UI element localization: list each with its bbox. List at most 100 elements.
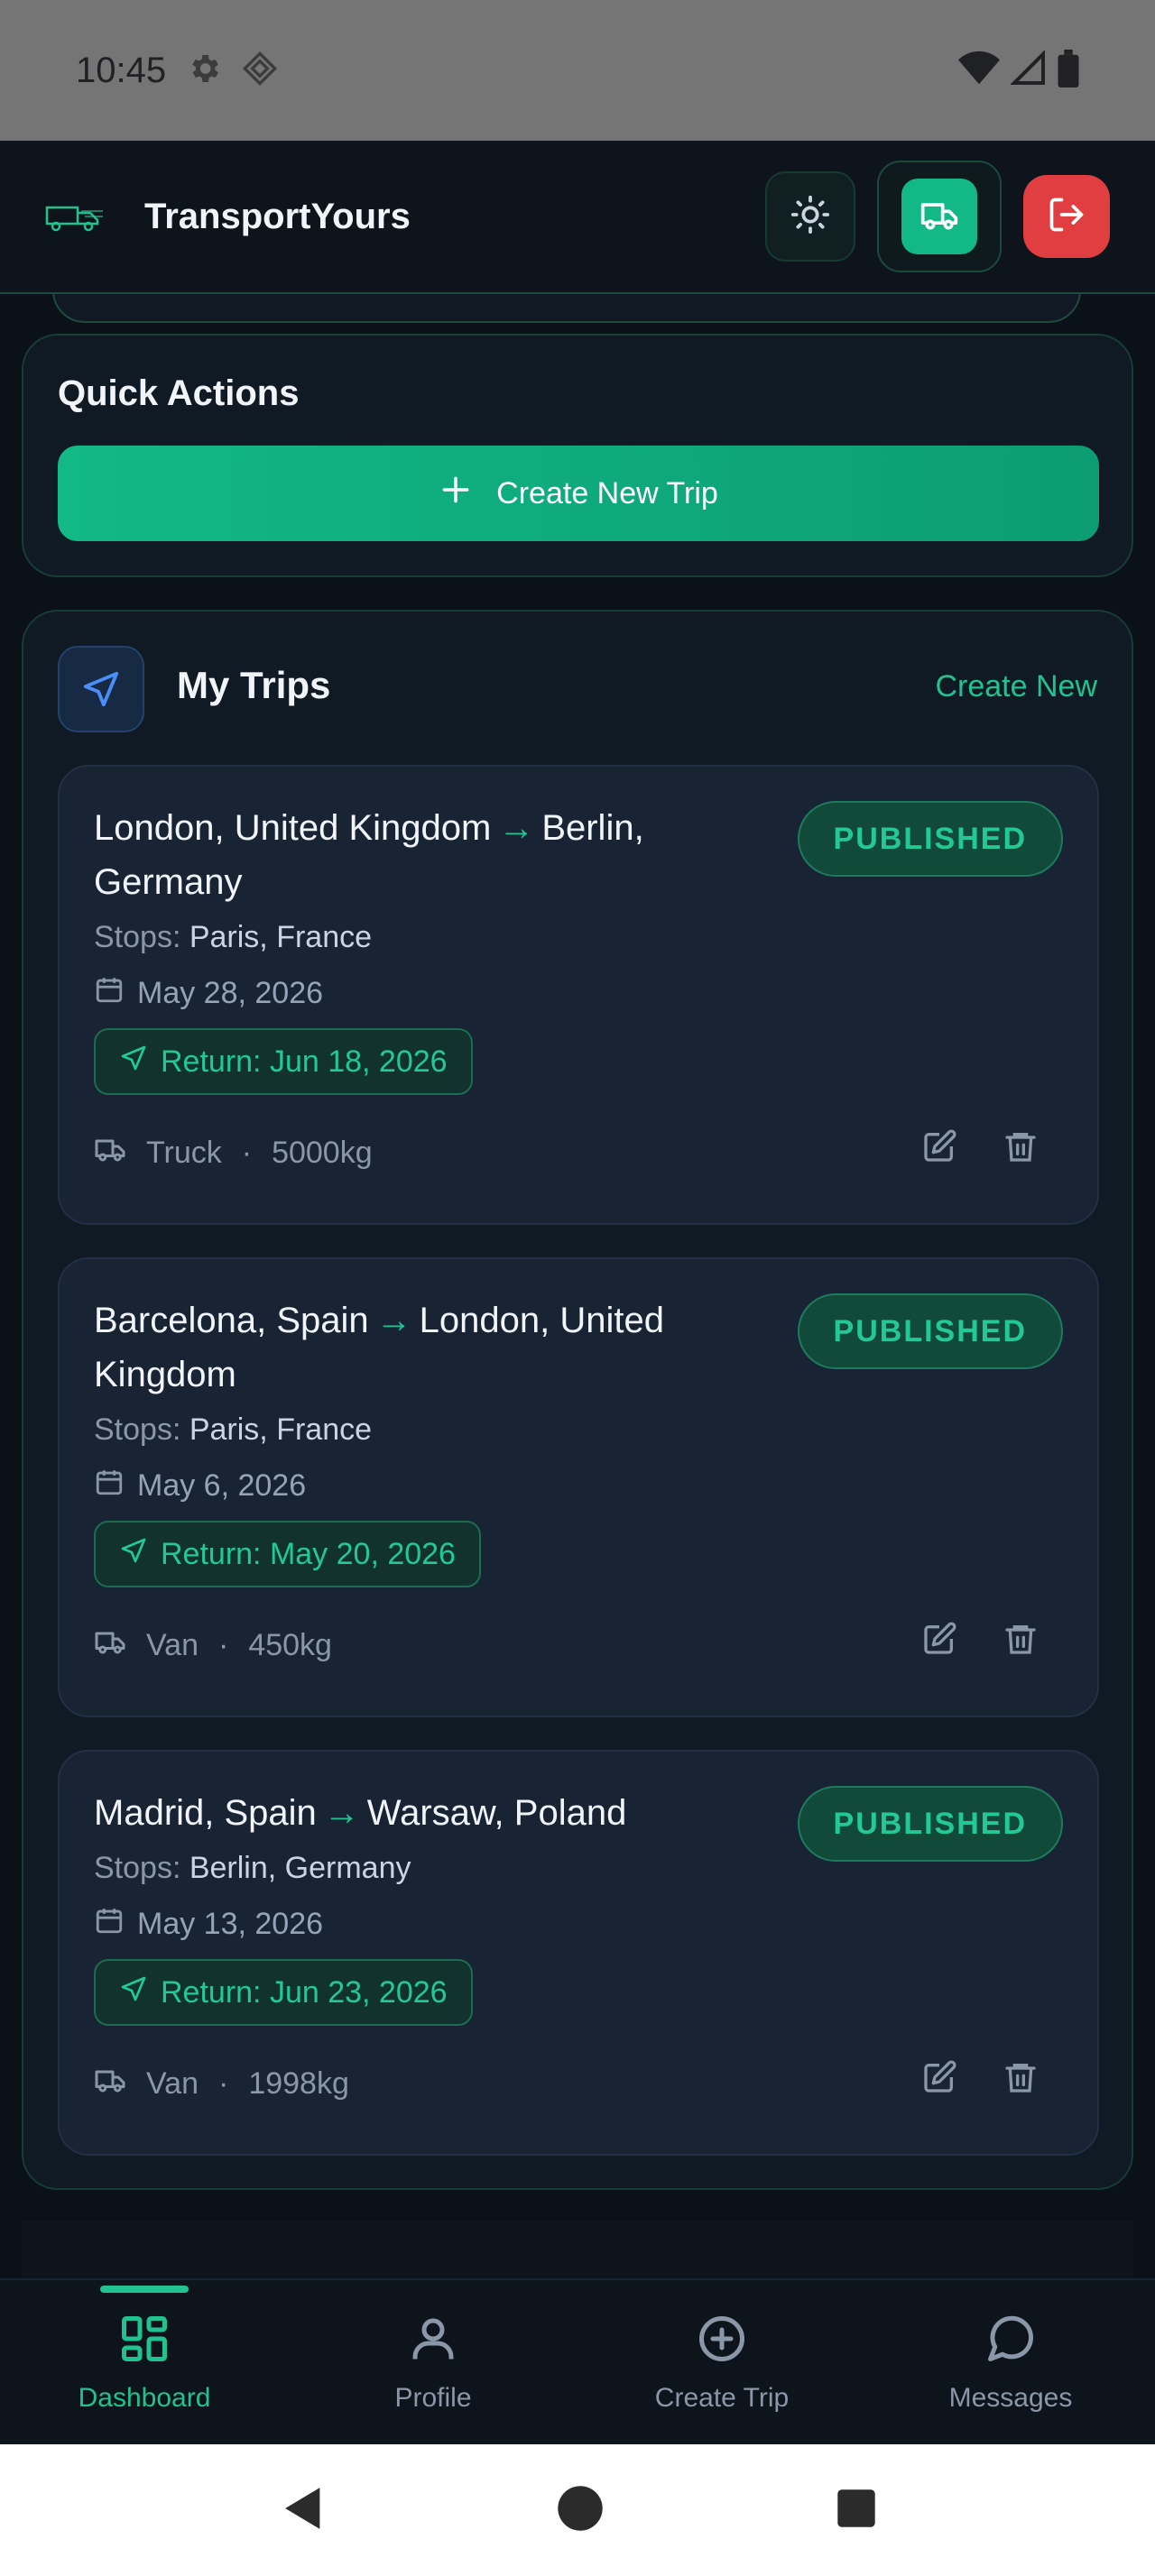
stops-label: Stops: [94, 920, 181, 954]
route-arrow-icon: → [323, 1793, 360, 1833]
status-badge: PUBLISHED [797, 1786, 1063, 1862]
return-date-value: Return: May 20, 2026 [161, 1536, 456, 1571]
active-tab-indicator [100, 2286, 189, 2293]
status-badge: PUBLISHED [797, 1293, 1063, 1369]
edit-trip-button[interactable] [917, 1126, 962, 1171]
trip-destination: Warsaw, Poland [366, 1793, 627, 1833]
stops-value: Paris, France [189, 1412, 373, 1447]
sun-icon [790, 194, 831, 240]
separator: · [241, 1136, 253, 1170]
stops-label: Stops: [94, 1412, 181, 1447]
previous-card-edge [52, 294, 1081, 323]
route-arrow-icon: → [498, 808, 535, 848]
plus-circle-icon [695, 2312, 749, 2370]
stops-value: Berlin, Germany [189, 1851, 411, 1885]
nav-label: Messages [948, 2382, 1073, 2413]
quick-actions-panel: Quick Actions Create New Trip [22, 334, 1133, 577]
create-new-link[interactable]: Create New [935, 669, 1097, 704]
truck-icon [94, 2064, 126, 2104]
diamond-icon [242, 51, 278, 91]
logout-button[interactable] [1023, 175, 1110, 258]
stops-label: Stops: [94, 1851, 181, 1885]
status-time: 10:45 [76, 50, 167, 90]
nav-label: Profile [394, 2382, 472, 2413]
trip-route: London, United Kingdom → Berlin, Germany [94, 801, 780, 909]
trip-date-value: May 6, 2026 [137, 1468, 307, 1503]
nav-create-trip[interactable]: Create Trip [578, 2280, 866, 2444]
trash-icon [1003, 1128, 1039, 1169]
nav-profile[interactable]: Profile [289, 2280, 578, 2444]
create-new-trip-label: Create New Trip [496, 475, 718, 511]
trip-route: Barcelona, Spain → London, United Kingdom [94, 1293, 780, 1402]
back-icon[interactable] [278, 2483, 325, 2538]
next-panel-edge [22, 2221, 1133, 2278]
trip-vehicle-info: Truck · 5000kg [94, 1133, 373, 1173]
trip-date: May 6, 2026 [94, 1467, 306, 1505]
trip-date-value: May 13, 2026 [137, 1907, 324, 1941]
nav-label: Dashboard [78, 2382, 211, 2413]
signal-icon [1010, 49, 1047, 91]
truck-logo-icon [45, 198, 106, 235]
vehicle-type: Van [146, 1628, 199, 1662]
nav-label: Create Trip [654, 2382, 790, 2413]
edit-trip-button[interactable] [917, 2056, 962, 2102]
vehicle-capacity: 1998kg [248, 2066, 349, 2101]
profile-icon [406, 2312, 460, 2370]
return-date-value: Return: Jun 23, 2026 [161, 1974, 448, 2010]
trip-stops: Stops: Paris, France [94, 920, 372, 955]
my-trips-title: My Trips [177, 664, 331, 706]
plus-icon [439, 473, 473, 515]
truck-icon [919, 195, 959, 239]
dashboard-icon [117, 2312, 171, 2370]
trip-card[interactable]: Barcelona, Spain → London, United Kingdom … [58, 1257, 1099, 1717]
status-bar: 10:45 [0, 0, 1155, 141]
trip-stops: Stops: Paris, France [94, 1412, 372, 1448]
vehicle-type: Truck [146, 1136, 222, 1170]
trip-origin: Madrid, Spain [94, 1793, 317, 1833]
quick-actions-title: Quick Actions [58, 373, 300, 413]
navigation-icon [58, 646, 144, 732]
trip-origin: Barcelona, Spain [94, 1301, 369, 1340]
system-navigation-bar [0, 2444, 1155, 2576]
vehicle-capacity: 450kg [248, 1628, 332, 1662]
create-new-trip-button[interactable]: Create New Trip [58, 446, 1099, 541]
edit-icon [921, 1128, 957, 1169]
bottom-navigation: Dashboard Profile Create Trip Messages [0, 2278, 1155, 2444]
truck-icon [94, 1625, 126, 1666]
wifi-icon [958, 51, 1000, 91]
brand-name: TransportYours [144, 196, 411, 236]
navigation-arrow-icon [119, 1044, 148, 1081]
trip-card[interactable]: Madrid, Spain → Warsaw, Poland PUBLISHED S… [58, 1750, 1099, 2156]
delete-trip-button[interactable] [998, 2056, 1043, 2102]
return-date-value: Return: Jun 18, 2026 [161, 1044, 448, 1079]
return-date-chip: Return: May 20, 2026 [94, 1521, 481, 1587]
dashboard-content[interactable]: Quick Actions Create New Trip My Trips C… [0, 294, 1155, 2278]
recents-icon[interactable] [836, 2488, 877, 2534]
calendar-icon [94, 1905, 125, 1944]
nav-messages[interactable]: Messages [866, 2280, 1155, 2444]
trip-date: May 13, 2026 [94, 1905, 323, 1944]
battery-icon [1058, 49, 1079, 92]
separator: · [217, 1628, 229, 1662]
trip-card[interactable]: London, United Kingdom → Berlin, Germany P… [58, 765, 1099, 1225]
logout-icon [1047, 195, 1086, 239]
driver-mode-button[interactable] [877, 161, 1002, 272]
message-icon [984, 2312, 1038, 2370]
separator: · [217, 2066, 229, 2101]
delete-trip-button[interactable] [998, 1618, 1043, 1663]
edit-trip-button[interactable] [917, 1618, 962, 1663]
theme-toggle-button[interactable] [765, 171, 855, 262]
edit-icon [921, 1621, 957, 1661]
trash-icon [1003, 2059, 1039, 2100]
trip-origin: London, United Kingdom [94, 808, 492, 848]
navigation-arrow-icon [119, 1536, 148, 1573]
edit-icon [921, 2059, 957, 2100]
route-arrow-icon: → [375, 1301, 412, 1340]
app-header: TransportYours [0, 141, 1155, 294]
return-date-chip: Return: Jun 18, 2026 [94, 1028, 473, 1095]
trip-vehicle-info: Van · 1998kg [94, 2064, 349, 2104]
home-icon[interactable] [557, 2485, 604, 2536]
vehicle-capacity: 5000kg [272, 1136, 373, 1170]
nav-dashboard[interactable]: Dashboard [0, 2280, 289, 2444]
delete-trip-button[interactable] [998, 1126, 1043, 1171]
